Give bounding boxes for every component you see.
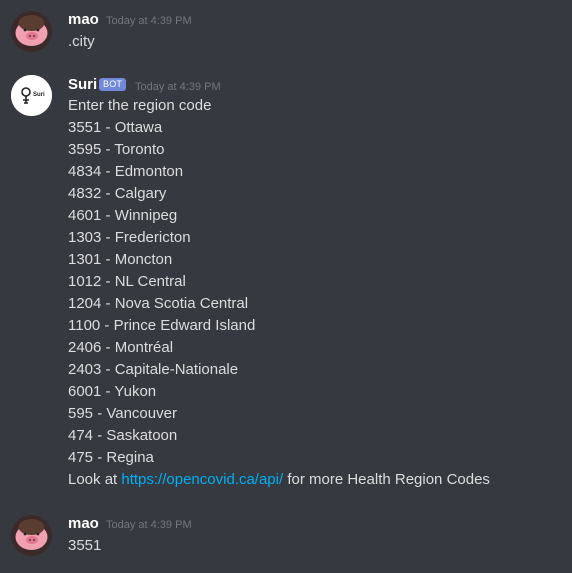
message-footer: Look at https://opencovid.ca/api/ for mo… bbox=[68, 469, 490, 491]
message-timestamp: Today at 4:39 PM bbox=[106, 15, 192, 27]
bot-badge: BOT bbox=[99, 78, 127, 91]
message-content: 3551 bbox=[68, 535, 101, 557]
message-timestamp: Today at 4:39 PM bbox=[106, 519, 192, 531]
message-line: 1100 - Prince Edward Island bbox=[68, 317, 256, 334]
message-line: 6001 - Yukon bbox=[68, 383, 157, 400]
author-name[interactable]: mao bbox=[68, 515, 99, 533]
message-line: Enter the region code bbox=[68, 97, 212, 114]
message-timestamp: Today at 4:39 PM bbox=[135, 81, 221, 93]
avatar[interactable] bbox=[11, 11, 52, 52]
message: mao Today at 4:39 PM .city bbox=[0, 0, 572, 70]
message-line: 2406 - Montréal bbox=[68, 339, 174, 356]
message-line: 2403 - Capitale-Nationale bbox=[68, 361, 239, 378]
message-line: 1303 - Fredericton bbox=[68, 229, 191, 246]
message-text: 3551 bbox=[68, 537, 102, 554]
avatar[interactable] bbox=[11, 515, 52, 556]
pig-avatar-icon bbox=[11, 11, 52, 52]
message-line: 1012 - NL Central bbox=[68, 273, 186, 290]
message: Suri Suri BOT Today at 4:39 PM Enter the… bbox=[0, 70, 572, 500]
message: mao Today at 4:39 PM 3551 bbox=[0, 505, 572, 573]
footer-suffix: for more Health Region Codes bbox=[283, 471, 490, 488]
author-name[interactable]: mao bbox=[68, 11, 99, 29]
avatar-label: Suri bbox=[33, 92, 45, 98]
message-line: 474 - Saskatoon bbox=[68, 427, 178, 444]
message-content: .city bbox=[68, 31, 95, 53]
message-text: .city bbox=[68, 33, 95, 50]
message-line: 4834 - Edmonton bbox=[68, 163, 184, 180]
message-line: 3551 - Ottawa bbox=[68, 119, 163, 136]
message-line: 475 - Regina bbox=[68, 449, 154, 466]
avatar[interactable]: Suri bbox=[11, 75, 52, 116]
message-line: 3595 - Toronto bbox=[68, 141, 165, 158]
pig-avatar-icon bbox=[11, 515, 52, 556]
message-line: 4832 - Calgary bbox=[68, 185, 167, 202]
suri-logo-icon bbox=[11, 75, 52, 116]
author-name[interactable]: Suri bbox=[68, 76, 97, 94]
opencovid-link[interactable]: https://opencovid.ca/api/ bbox=[121, 471, 283, 488]
message-line: 1301 - Moncton bbox=[68, 251, 173, 268]
message-line: 1204 - Nova Scotia Central bbox=[68, 295, 249, 312]
message-line: 4601 - Winnipeg bbox=[68, 207, 178, 224]
message-line: 595 - Vancouver bbox=[68, 405, 177, 422]
chat-messages: mao Today at 4:39 PM .city Suri Suri BOT… bbox=[0, 0, 572, 573]
message-content: Enter the region code 3551 - Ottawa 3595… bbox=[68, 95, 490, 491]
footer-prefix: Look at bbox=[68, 471, 122, 488]
